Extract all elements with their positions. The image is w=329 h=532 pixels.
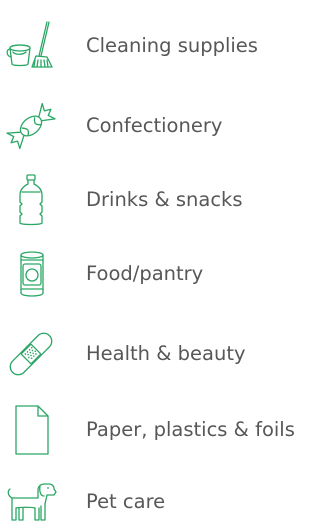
category-label: Confectionery — [86, 114, 223, 138]
category-label: Cleaning supplies — [86, 34, 258, 58]
paper-sheet-icon — [0, 400, 62, 460]
category-label: Food/pantry — [86, 262, 204, 286]
bandage-icon — [0, 324, 62, 384]
category-label: Drinks & snacks — [86, 188, 243, 212]
category-item-confectionery[interactable]: Confectionery — [0, 96, 329, 156]
category-item-food-pantry[interactable]: Food/pantry — [0, 244, 329, 304]
category-label: Paper, plastics & foils — [86, 418, 295, 442]
category-label: Health & beauty — [86, 342, 246, 366]
category-item-pet-care[interactable]: Pet care — [0, 472, 329, 532]
category-item-drinks-snacks[interactable]: Drinks & snacks — [0, 170, 329, 230]
category-item-health-beauty[interactable]: Health & beauty — [0, 324, 329, 384]
wrapped-candy-icon — [0, 96, 62, 156]
category-item-paper-plastics-foils[interactable]: Paper, plastics & foils — [0, 400, 329, 460]
category-item-cleaning-supplies[interactable]: Cleaning supplies — [0, 16, 329, 76]
bottle-icon — [0, 170, 62, 230]
category-label: Pet care — [86, 490, 166, 514]
dog-icon — [0, 472, 62, 532]
tin-can-icon — [0, 244, 62, 304]
bucket-mop-icon — [0, 16, 62, 76]
